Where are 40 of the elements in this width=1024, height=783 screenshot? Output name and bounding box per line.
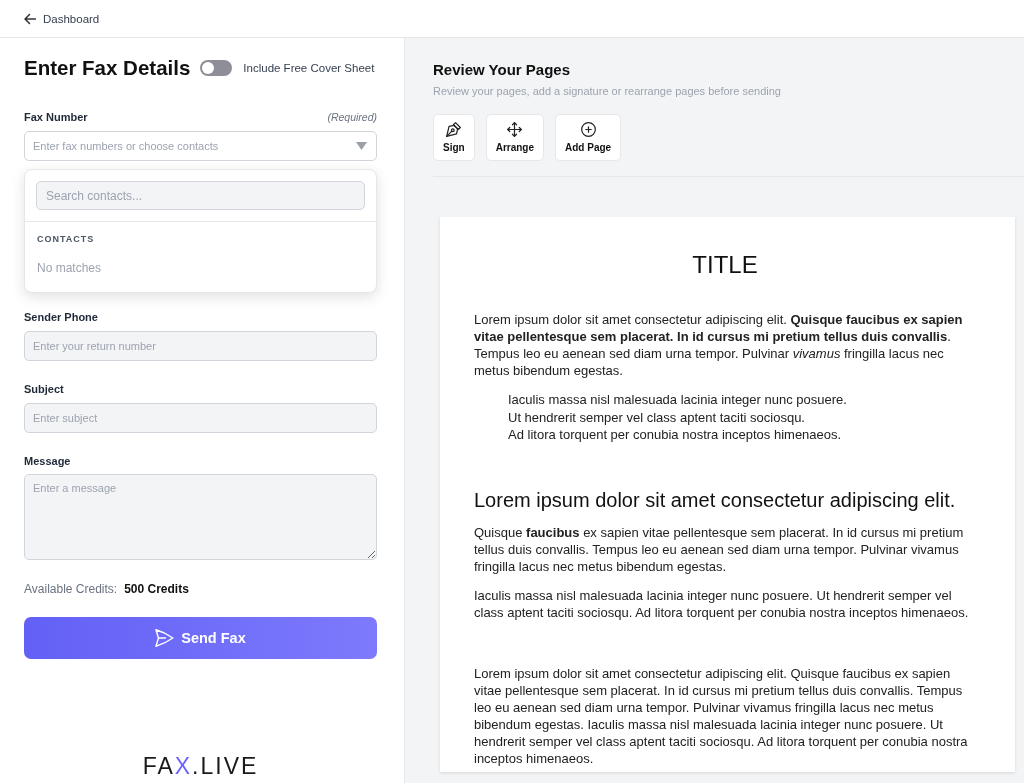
field-label: Subject	[24, 382, 65, 396]
input-field[interactable]: Enter subject	[24, 403, 377, 433]
indented-line: Ut hendrerit semper vel class aptent taciti sociosqu.	[508, 408, 806, 426]
field-label: Message	[24, 454, 72, 468]
section-title: Review Your Pages	[433, 61, 571, 79]
indented-line: Iaculis massa nisl malesuada lacinia integer nunc posuere.	[508, 391, 848, 409]
document-heading: Lorem ipsum dolor sit amet consectetur adipiscing elit.	[474, 487, 957, 512]
input-field[interactable]: Enter your return number	[24, 331, 377, 361]
credits-label: Available Credits:	[24, 581, 118, 597]
logo: FAX.LIVE	[141, 753, 260, 779]
tool-button[interactable]: Arrange	[485, 114, 545, 161]
plus-circle-icon	[580, 122, 596, 137]
paper-plane-icon	[155, 629, 175, 647]
section-subtitle: Review your pages, add a signature or rearrange pages before sending	[433, 84, 782, 98]
arrow-left-icon	[24, 12, 36, 25]
paragraph: Quisque faucibus ex sapien vitae pellentesque sem placerat. In id cursus mi pretium tellus duis convallis. Tempus leo eu aenean sed diam urna tempor. Pulvinar vivamus fringilla lacus nec metus bibendum egestas.	[474, 523, 965, 575]
required-note: (Required)	[327, 111, 377, 123]
paragraph: Lorem ipsum dolor sit amet consectetur adipiscing elit. Quisque faucibus ex sapien vitae pellentesque sem placerat. In id cursus mi pretium tellus duis convallis. Tempus leo eu aenean sed diam urna tempor. Pulvinar vivamus fringilla lacus nec metus bibendum egestas. Iaculis massa nisl malesuada lacinia integer nunc posuere. Ut hendrerit semper vel class aptent taciti sociosqu. Ad litora torquent per conubia nostra inceptos himenaeos.	[474, 664, 969, 767]
tool-button[interactable]: Sign	[433, 114, 475, 161]
form-title: Enter Fax Details	[24, 56, 191, 80]
paragraph: Lorem ipsum dolor sit amet consectetur adipiscing elit. Quisque faucibus ex sapien vitae pellentesque sem placerat. In id cursus mi pretium tellus duis convallis. Tempus leo eu aenean sed diam urna tempor. Pulvinar vivamus fringilla lacus nec metus bibendum egestas.	[474, 311, 964, 379]
indented-line: Ad litora torquent per conubia nostra inceptos himenaeos.	[508, 426, 843, 444]
paragraph: Iaculis massa nisl malesuada lacinia integer nunc posuere. Ut hendrerit semper vel class aptent taciti sociosqu. Ad litora torquent per conubia nostra inceptos himenaeos.	[474, 586, 970, 621]
pen-nib-icon	[446, 122, 462, 137]
fax-number-field[interactable]: Enter fax numbers or choose contacts	[24, 131, 377, 161]
field-label: Fax Number	[24, 110, 88, 124]
back-link[interactable]: Dashboard	[24, 12, 100, 25]
field-label: Sender Phone	[24, 310, 99, 324]
search-field[interactable]: Search contacts...	[36, 181, 365, 210]
credits-value: 500 Credits	[124, 581, 189, 597]
toggle-switch[interactable]	[200, 60, 233, 76]
empty-message: No matches	[37, 261, 103, 276]
document-title: TITLE	[691, 251, 759, 279]
tool-button[interactable]: Add Page	[555, 114, 622, 161]
send-fax-button[interactable]: Send Fax	[24, 617, 377, 659]
section-heading: CONTACTS	[37, 234, 96, 245]
toggle-label: Include Free Cover Sheet	[243, 62, 375, 74]
text-area[interactable]: Enter a message	[24, 474, 377, 560]
move-arrows-icon	[507, 122, 523, 137]
caret-down-icon[interactable]	[356, 142, 367, 150]
